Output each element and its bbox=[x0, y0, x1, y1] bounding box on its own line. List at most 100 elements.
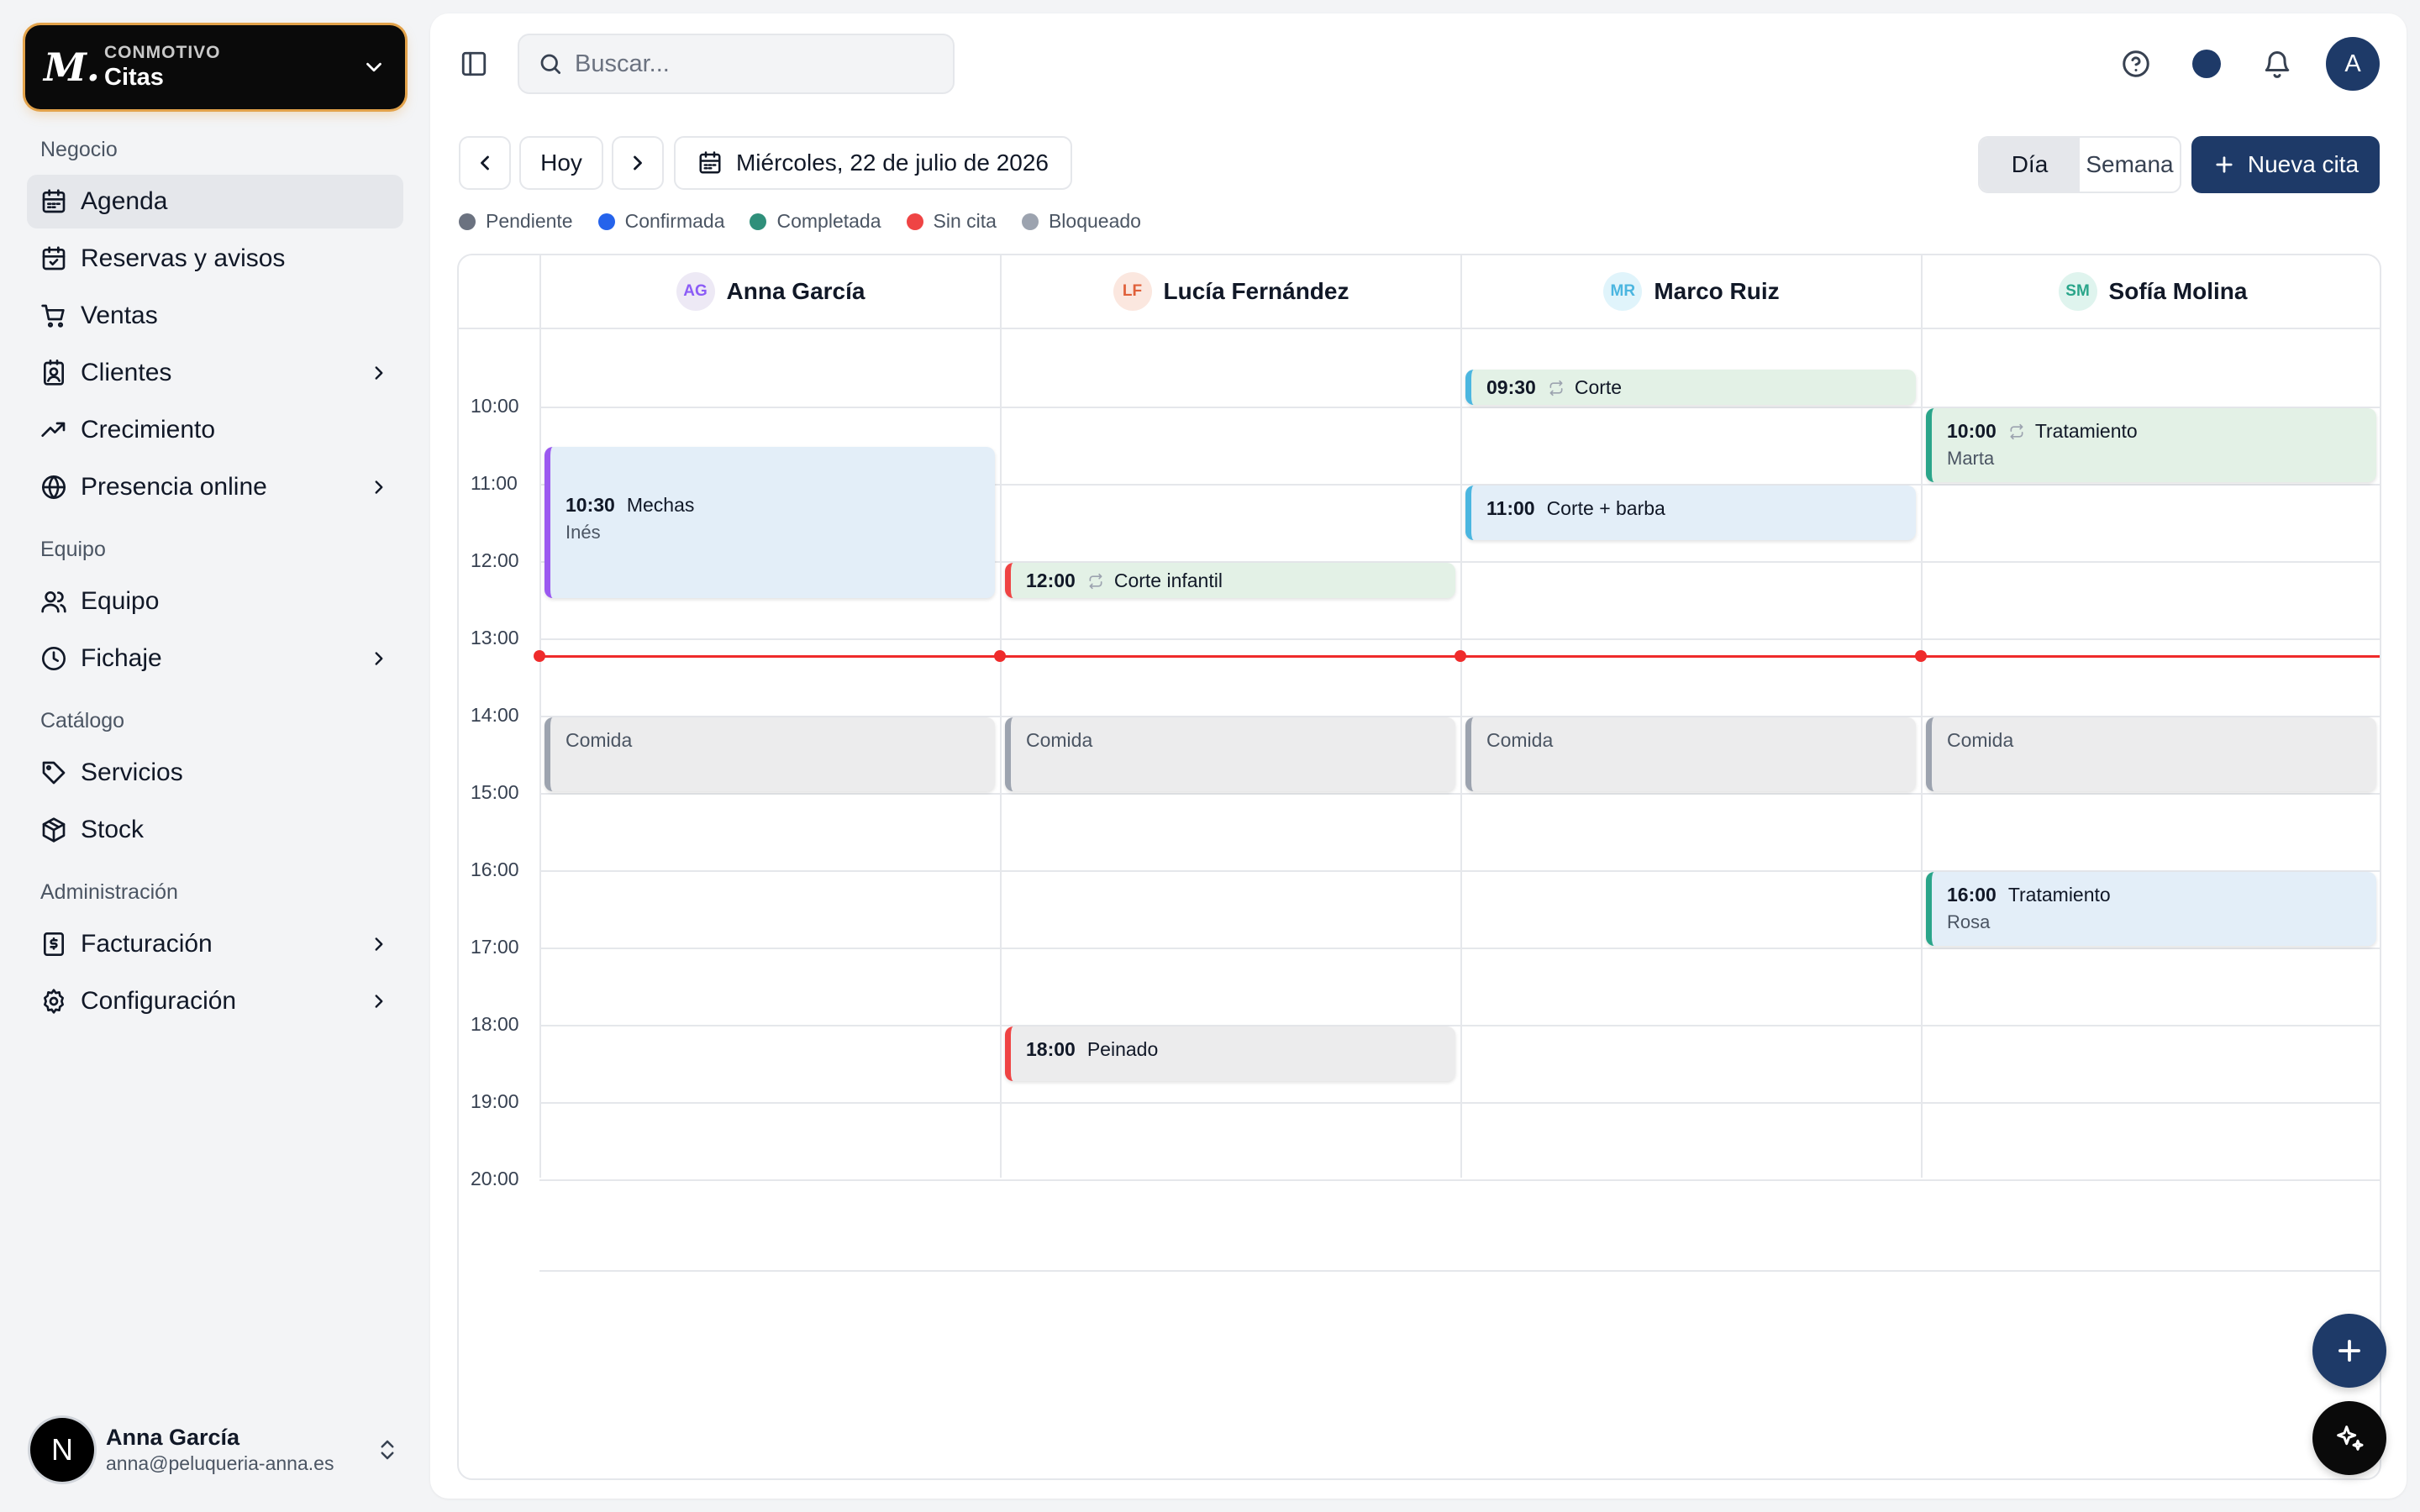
sidebar-item-fichaje[interactable]: Fichaje bbox=[27, 632, 403, 685]
appointment-summary: 09:30 Corte bbox=[1486, 376, 1901, 399]
staff-name: Marco Ruiz bbox=[1654, 278, 1780, 304]
blocked-slot[interactable]: Comida bbox=[1926, 717, 2376, 791]
workspace-switcher[interactable]: M. CONMOTIVO Citas bbox=[25, 25, 405, 109]
appointment-time: 09:30 bbox=[1486, 376, 1536, 398]
view-day-button[interactable]: Día bbox=[1980, 138, 2080, 192]
current-time-marker bbox=[994, 649, 1006, 662]
users-icon bbox=[41, 591, 66, 613]
ai-assistant-button[interactable] bbox=[2312, 1401, 2386, 1475]
theme-toggle-button[interactable] bbox=[2188, 45, 2225, 82]
appointment-time: 11:00 bbox=[1486, 497, 1535, 519]
help-button[interactable] bbox=[2118, 45, 2154, 82]
user-name: Anna García bbox=[106, 1425, 240, 1450]
sidebar-item-servicios[interactable]: Servicios bbox=[27, 746, 403, 800]
legend-dot bbox=[459, 213, 476, 230]
sidebar-item-label: Ventas bbox=[81, 302, 158, 329]
user-menu[interactable]: N Anna García anna@peluqueria-anna.es bbox=[30, 1415, 400, 1485]
staff-column-header[interactable]: MR Marco Ruiz bbox=[1460, 255, 1921, 329]
avatar: N bbox=[30, 1418, 94, 1482]
chevron-right-icon bbox=[634, 155, 642, 171]
sidebar: M. CONMOTIVO Citas Negocio Agenda Reserv… bbox=[0, 0, 430, 1512]
plus-icon bbox=[2338, 1340, 2360, 1362]
blocked-slot[interactable]: Comida bbox=[1005, 717, 1455, 791]
sparkles-icon bbox=[2337, 1425, 2364, 1451]
sidebar-item-label: Facturación bbox=[81, 930, 213, 958]
new-appointment-button[interactable]: Nueva cita bbox=[2191, 136, 2380, 193]
staff-name: Anna García bbox=[726, 278, 865, 304]
hour-label: 18:00 bbox=[471, 1013, 519, 1035]
sidebar-item-clientes[interactable]: Clientes bbox=[27, 346, 403, 400]
account-avatar[interactable]: A bbox=[2326, 37, 2380, 91]
staff-column-header[interactable]: AG Anna García bbox=[539, 255, 1000, 329]
receipt-icon bbox=[44, 932, 64, 956]
view-switcher: Día Semana bbox=[1978, 136, 2181, 193]
sidebar-item-configuracion[interactable]: Configuración bbox=[27, 974, 403, 1028]
staff-name: Lucía Fernández bbox=[1163, 278, 1349, 304]
bell-icon bbox=[2265, 51, 2290, 78]
appointment-service: Comida bbox=[566, 729, 633, 751]
appointment-card[interactable]: 10:00 Tratamiento Marta bbox=[1926, 408, 2376, 482]
sidebar-item-reservas[interactable]: Reservas y avisos bbox=[27, 232, 403, 286]
sidebar-item-agenda[interactable]: Agenda bbox=[27, 175, 403, 228]
today-button[interactable]: Hoy bbox=[519, 136, 603, 190]
hour-label: 11:00 bbox=[471, 472, 518, 494]
blocked-slot[interactable]: Comida bbox=[1465, 717, 1916, 791]
staff-column-header[interactable]: LF Lucía Fernández bbox=[1000, 255, 1460, 329]
column-divider bbox=[1000, 329, 1002, 1178]
appointment-card[interactable]: 12:00 Corte infantil bbox=[1005, 563, 1455, 598]
hour-label: 13:00 bbox=[471, 627, 519, 648]
sidebar-item-label: Clientes bbox=[81, 359, 172, 386]
staff-avatar: LF bbox=[1113, 272, 1152, 311]
sidebar-item-label: Fichaje bbox=[81, 644, 162, 672]
view-week-button[interactable]: Semana bbox=[2080, 138, 2180, 192]
appointment-card[interactable]: 09:30 Corte bbox=[1465, 370, 1916, 405]
prev-day-button[interactable] bbox=[459, 136, 511, 190]
appointment-time: 10:00 bbox=[1947, 420, 1996, 442]
quick-add-button[interactable] bbox=[2312, 1314, 2386, 1388]
hour-label: 10:00 bbox=[471, 395, 519, 417]
column-divider bbox=[1921, 329, 1923, 1178]
appointment-time: 12:00 bbox=[1026, 570, 1076, 591]
sidebar-item-facturacion[interactable]: Facturación bbox=[27, 917, 403, 971]
search-input[interactable] bbox=[575, 50, 911, 78]
current-time-marker bbox=[534, 649, 545, 662]
chevron-right-icon bbox=[375, 937, 383, 951]
status-legend: Pendiente Confirmada Completada Sin cita… bbox=[459, 210, 1166, 233]
hour-label: 19:00 bbox=[471, 1090, 519, 1112]
sidebar-item-label: Servicios bbox=[81, 759, 183, 786]
staff-column-header[interactable]: SM Sofía Molina bbox=[1921, 255, 2380, 329]
sidebar-item-crecimiento[interactable]: Crecimiento bbox=[27, 403, 403, 457]
appointment-card[interactable]: 11:00 Corte + barba bbox=[1465, 486, 1916, 540]
legend-label: Completada bbox=[776, 210, 881, 232]
sidebar-item-stock[interactable]: Stock bbox=[27, 803, 403, 857]
appointment-service: Corte + barba bbox=[1546, 497, 1665, 519]
legend-dot bbox=[750, 213, 767, 230]
sidebar-item-ventas[interactable]: Ventas bbox=[27, 289, 403, 343]
appointment-service: Comida bbox=[1486, 729, 1554, 751]
sidebar-item-presencia-online[interactable]: Presencia online bbox=[27, 460, 403, 514]
date-picker-button[interactable]: Miércoles, 22 de julio de 2026 bbox=[674, 136, 1072, 190]
chevron-right-icon bbox=[375, 480, 383, 494]
repeat-icon bbox=[1548, 380, 1565, 396]
notifications-button[interactable] bbox=[2259, 45, 2296, 82]
appointment-card[interactable]: 16:00 Tratamiento Rosa bbox=[1926, 872, 2376, 946]
staff-avatar: AG bbox=[676, 272, 715, 311]
appointment-card[interactable]: 10:30 Mechas Inés bbox=[544, 447, 995, 598]
time-gutter-header bbox=[459, 255, 539, 329]
staff-name: Sofía Molina bbox=[2108, 278, 2248, 304]
blocked-slot[interactable]: Comida bbox=[544, 717, 995, 791]
calendar-icon bbox=[42, 189, 66, 213]
hour-gridline bbox=[539, 1179, 2380, 1181]
appointment-service: Tratamiento bbox=[2034, 420, 2138, 442]
appointment-card[interactable]: 18:00 Peinado bbox=[1005, 1026, 1455, 1081]
package-icon bbox=[42, 817, 66, 843]
chevron-right-icon bbox=[375, 366, 383, 380]
cart-icon bbox=[41, 304, 65, 328]
hour-label: 16:00 bbox=[471, 858, 519, 880]
sidebar-item-label: Stock bbox=[81, 816, 145, 843]
appointment-service: Mechas bbox=[626, 494, 695, 516]
next-day-button[interactable] bbox=[612, 136, 664, 190]
sidebar-item-equipo[interactable]: Equipo bbox=[27, 575, 403, 628]
appointment-summary: 10:00 Tratamiento bbox=[1947, 420, 2361, 443]
sidebar-toggle-button[interactable] bbox=[455, 45, 492, 82]
